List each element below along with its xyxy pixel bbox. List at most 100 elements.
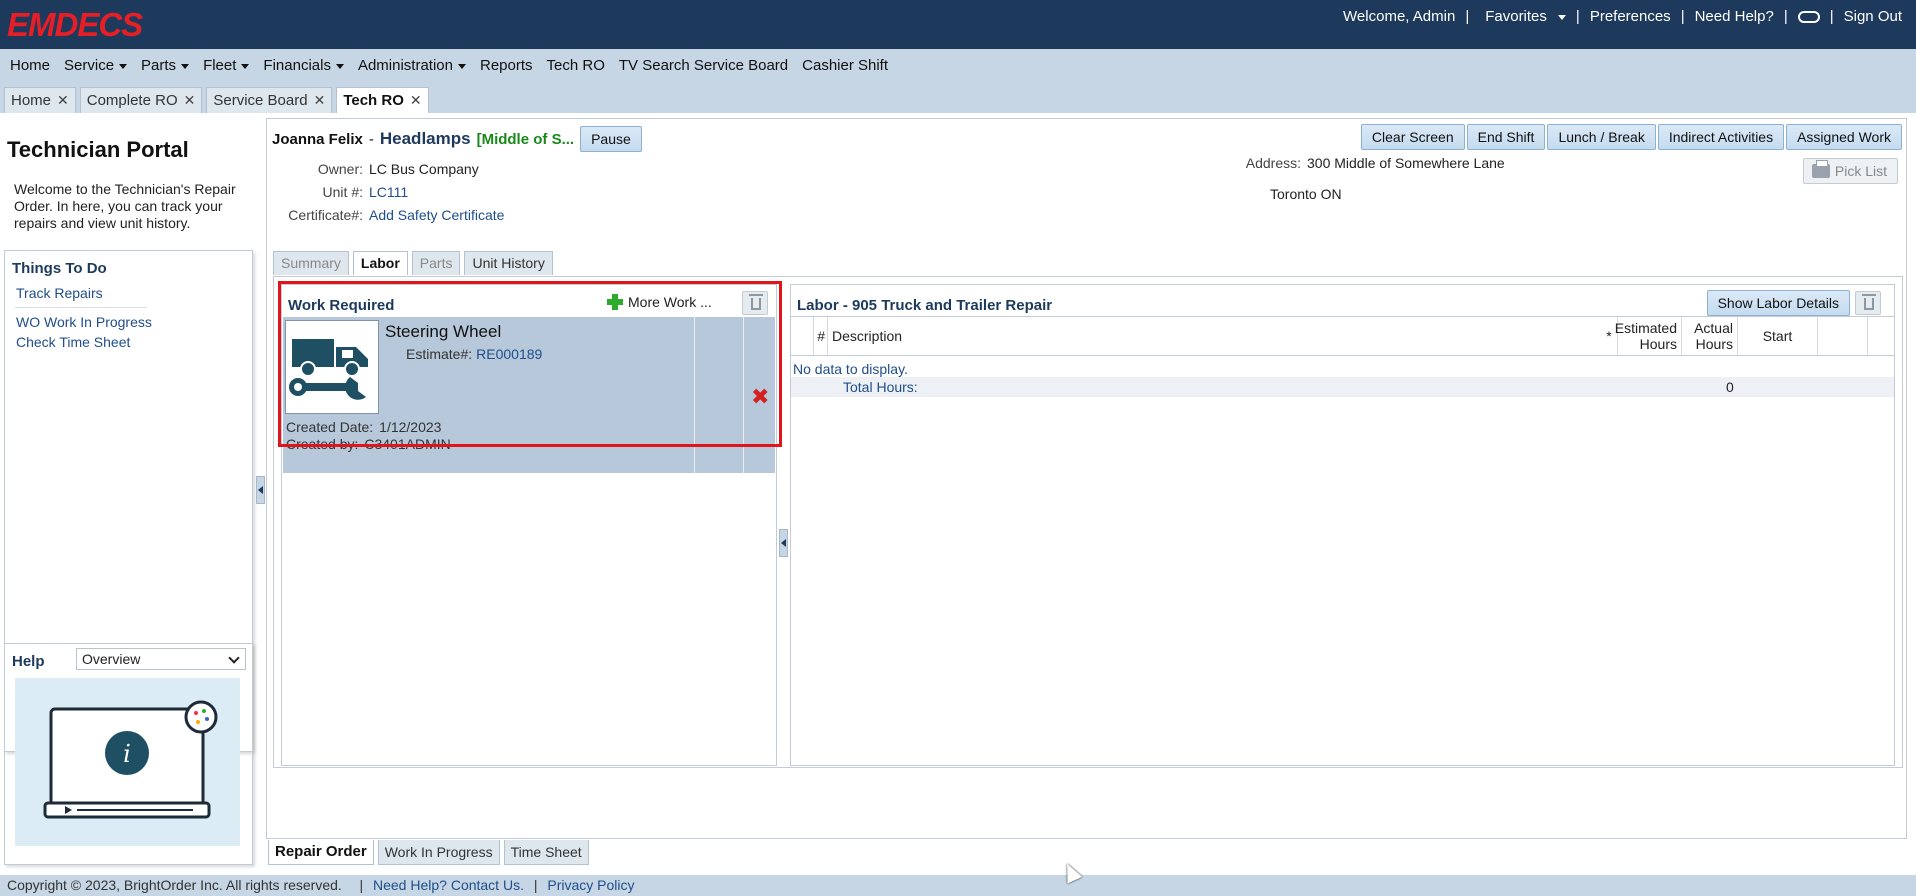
- separator: |: [533, 877, 538, 893]
- close-icon[interactable]: ✕: [184, 88, 196, 113]
- contact-us-link[interactable]: Need Help? Contact Us.: [373, 877, 524, 893]
- welcome-text: Welcome, Admin: [1343, 8, 1456, 25]
- close-icon[interactable]: ✕: [410, 88, 422, 113]
- owner-label: Owner:: [317, 161, 363, 177]
- col-spacer: [1442, 317, 1602, 355]
- menu-cashier-shift[interactable]: Cashier Shift: [795, 57, 895, 74]
- main-area: Technician Portal Welcome to the Technic…: [0, 113, 1916, 875]
- repair-order-panel: Joanna Felix - Headlamps [Middle of S...…: [266, 118, 1907, 839]
- work-required-title: Work Required: [288, 297, 395, 314]
- col-estimated-hours[interactable]: Estimated Hours: [1615, 317, 1681, 355]
- menu-home[interactable]: Home: [3, 57, 57, 74]
- track-repairs-link[interactable]: Track Repairs: [16, 285, 103, 301]
- need-help-link[interactable]: Need Help?: [1695, 8, 1774, 25]
- menu-label: Administration: [357, 57, 453, 74]
- tab-complete-ro[interactable]: Complete RO ✕: [79, 87, 203, 113]
- end-shift-button[interactable]: End Shift: [1466, 124, 1546, 150]
- action-buttons: Clear Screen End Shift Lunch / Break Ind…: [1359, 124, 1902, 150]
- created-by-label: Created by:: [286, 436, 359, 452]
- dash: -: [368, 130, 374, 148]
- close-icon[interactable]: ✕: [57, 88, 69, 113]
- menu-parts[interactable]: Parts: [134, 57, 196, 74]
- add-safety-certificate-link[interactable]: Add Safety Certificate: [369, 207, 504, 223]
- labor-title: Labor - 905 Truck and Trailer Repair: [797, 297, 1053, 314]
- tab-home[interactable]: Home ✕: [4, 87, 76, 113]
- clear-screen-button[interactable]: Clear Screen: [1360, 124, 1465, 150]
- chat-icon[interactable]: [1797, 8, 1820, 25]
- pick-list-button[interactable]: Pick List: [1802, 158, 1898, 184]
- col-start[interactable]: Start: [1737, 317, 1817, 355]
- menu-service[interactable]: Service: [57, 57, 134, 74]
- chevron-down-icon: [458, 63, 466, 69]
- estimate-link[interactable]: RE000189: [476, 346, 542, 362]
- help-video-thumbnail[interactable]: i: [15, 678, 240, 846]
- preferences-link[interactable]: Preferences: [1590, 8, 1671, 25]
- col-extra: [1817, 317, 1867, 355]
- tab-service-board[interactable]: Service Board ✕: [206, 87, 333, 113]
- certificate-label: Certificate#:: [288, 207, 363, 223]
- close-icon[interactable]: ✕: [314, 88, 326, 113]
- assigned-work-button[interactable]: Assigned Work: [1786, 124, 1902, 150]
- col-actual-line1: Actual: [1694, 320, 1733, 336]
- total-hours-value: 0: [1726, 379, 1734, 395]
- tab-parts[interactable]: Parts: [411, 251, 461, 275]
- favorites-menu[interactable]: Favorites: [1479, 8, 1566, 25]
- welcome-description: Welcome to the Technician's Repair Order…: [14, 181, 236, 231]
- unit-link[interactable]: LC111: [369, 184, 408, 200]
- menu-administration[interactable]: Administration: [351, 57, 473, 74]
- wo-work-in-progress-link[interactable]: WO Work In Progress: [16, 314, 152, 330]
- tab-tech-ro[interactable]: Tech RO ✕: [336, 87, 429, 113]
- menu-tv-search-service-board[interactable]: TV Search Service Board: [612, 57, 795, 74]
- privacy-policy-link[interactable]: Privacy Policy: [547, 877, 634, 893]
- col-actual-hours[interactable]: Actual Hours: [1681, 317, 1737, 355]
- sign-out-link[interactable]: Sign Out: [1844, 8, 1902, 25]
- created-by-value: C3401ADMIN: [364, 436, 451, 452]
- things-to-do-title: Things To Do: [12, 260, 107, 277]
- menu-label: Fleet: [203, 57, 237, 74]
- labor-tab-content: Work Required More Work ... Steering Whe…: [273, 276, 1903, 768]
- pause-button[interactable]: Pause: [580, 126, 642, 152]
- col-estimated-line2: Hours: [1639, 336, 1677, 352]
- check-time-sheet-link[interactable]: Check Time Sheet: [16, 334, 130, 350]
- trash-icon: [1862, 294, 1876, 310]
- menu-fleet[interactable]: Fleet: [196, 57, 256, 74]
- menu-tech-ro[interactable]: Tech RO: [540, 57, 612, 74]
- bottom-tabs: Repair Order Work In Progress Time Sheet: [268, 840, 593, 865]
- main-menu: Home Service Parts Fleet Financials Admi…: [0, 49, 1916, 82]
- work-item-card[interactable]: Steering Wheel Estimate#: RE000189 Create…: [283, 317, 775, 473]
- ro-header: Joanna Felix - Headlamps [Middle of S...…: [272, 126, 642, 152]
- tab-time-sheet[interactable]: Time Sheet: [503, 840, 589, 865]
- menu-financials[interactable]: Financials: [256, 57, 351, 74]
- emdecs-logo[interactable]: EMDECS: [7, 6, 143, 44]
- more-work-button[interactable]: More Work ...: [607, 294, 712, 310]
- chevron-down-icon: [228, 652, 240, 664]
- tab-repair-order[interactable]: Repair Order: [268, 840, 374, 865]
- tab-summary[interactable]: Summary: [273, 251, 349, 275]
- copyright-text: Copyright © 2023, BrightOrder Inc. All r…: [7, 877, 342, 893]
- tab-work-in-progress[interactable]: Work In Progress: [377, 840, 500, 865]
- menu-label: TV Search Service Board: [618, 57, 789, 74]
- tab-labor[interactable]: Labor: [352, 251, 408, 275]
- chevron-down-icon: [335, 63, 344, 69]
- collapse-sidebar-handle[interactable]: [256, 476, 265, 504]
- remove-work-icon[interactable]: ✖: [751, 386, 769, 408]
- help-topic-select[interactable]: Overview: [76, 648, 246, 670]
- collapse-work-panel-handle[interactable]: [779, 529, 788, 557]
- unit-label: Unit #:: [322, 184, 363, 200]
- delete-work-button[interactable]: [742, 291, 768, 315]
- open-tabs: Home ✕ Complete RO ✕ Service Board ✕ Tech R…: [0, 87, 429, 113]
- created-date-label: Created Date:: [286, 419, 374, 435]
- address-row: Address: 300 Middle of Somewhere Lane: [1207, 155, 1505, 171]
- indirect-activities-button[interactable]: Indirect Activities: [1657, 124, 1785, 150]
- lunch-break-button[interactable]: Lunch / Break: [1547, 124, 1656, 150]
- tab-unit-history[interactable]: Unit History: [464, 251, 553, 275]
- separator: |: [1575, 8, 1580, 25]
- delete-labor-button[interactable]: [1855, 291, 1881, 315]
- show-labor-details-button[interactable]: Show Labor Details: [1706, 290, 1850, 316]
- col-number[interactable]: #: [813, 317, 827, 355]
- help-select-value: Overview: [82, 651, 141, 667]
- menu-reports[interactable]: Reports: [473, 57, 540, 74]
- col-description[interactable]: Description: [827, 317, 1447, 355]
- no-data-message: No data to display.: [793, 361, 908, 377]
- printer-icon: [1811, 160, 1830, 178]
